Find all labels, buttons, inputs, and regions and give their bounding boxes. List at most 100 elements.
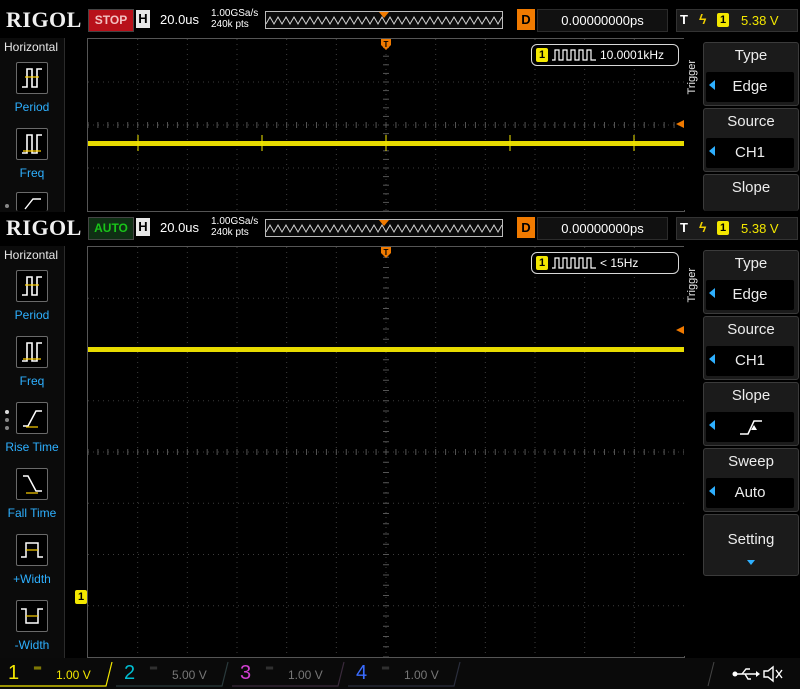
period-icon: [22, 276, 42, 296]
channel-2-scale: 5.00 V: [172, 668, 207, 682]
trigger-position-letter: T: [384, 248, 389, 257]
menu-heading: Horizontal: [4, 40, 59, 54]
delay-value[interactable]: 0.00000000ps: [537, 9, 668, 32]
type-button[interactable]: Type Edge: [703, 42, 799, 106]
type-button[interactable]: Type Edge: [703, 250, 799, 314]
trigger-position-letter: T: [384, 40, 389, 49]
source-value-box: CH1: [706, 138, 794, 168]
slope-button[interactable]: Slope: [703, 174, 799, 211]
lightning-icon: ϟ: [699, 219, 707, 235]
negative-width-label: -Width: [14, 638, 50, 652]
bottom-waveform-grid[interactable]: T: [87, 246, 685, 658]
sample-info: 1.00GSa/s 240k pts: [211, 216, 258, 238]
run-stop-indicator[interactable]: STOP: [88, 9, 134, 32]
source-title: Source: [727, 321, 775, 338]
trigger-level: 5.38 V: [741, 13, 779, 28]
delay-label: D: [517, 217, 535, 238]
rise-time-button-partial[interactable]: [16, 192, 48, 211]
rise-time-label: Rise Time: [5, 440, 59, 454]
bottom-frequency-counter: 1 < 15Hz: [531, 252, 679, 274]
channel-3-tab[interactable]: 3 ═ 1.00 V: [232, 661, 345, 687]
channel-4-tab[interactable]: 4 ═ 1.00 V: [348, 661, 461, 687]
counter-channel-badge: 1: [536, 48, 548, 62]
type-value-box: Edge: [706, 72, 794, 102]
page-dots: [5, 204, 9, 212]
memory-overview-wave: [266, 223, 502, 234]
trigger-status[interactable]: T ϟ 1 5.38 V: [676, 217, 798, 240]
freq-button[interactable]: [16, 128, 48, 160]
channel-bar: 1 ═ 1.00 V 2 ═ 5.00 V 3 ═ 1.00 V 4 ═ 1.0…: [0, 658, 800, 689]
negative-width-button[interactable]: [16, 600, 48, 632]
timebase-value[interactable]: 20.0us: [160, 12, 199, 27]
memory-trigger-marker: [379, 220, 389, 226]
setting-button[interactable]: Setting: [703, 514, 799, 576]
fall-time-button[interactable]: [16, 468, 48, 500]
type-value: Edge: [732, 286, 768, 303]
brand-logo: RIGOL: [6, 215, 82, 240]
positive-width-button[interactable]: [16, 534, 48, 566]
positive-width-icon: [21, 542, 43, 558]
usb-icon: [732, 668, 760, 680]
trigger-level-marker: [676, 120, 684, 128]
page-dots: [5, 410, 9, 434]
timebase-label: H: [136, 10, 150, 28]
memory-overview-wave: [266, 15, 502, 26]
type-title: Type: [734, 255, 768, 272]
top-status-bar: RIGOL STOP H 20.0us 1.00GSa/s 240k pts D…: [0, 6, 800, 34]
channel-1-ground-marker[interactable]: 1: [75, 590, 87, 604]
trigger-level: 5.38 V: [741, 221, 779, 236]
trigger-label: T: [680, 220, 688, 235]
run-auto-indicator[interactable]: AUTO: [88, 217, 134, 240]
period-button[interactable]: [16, 62, 48, 94]
fall-time-icon: [23, 475, 42, 494]
channel-4-number: 4: [356, 662, 368, 684]
brand-logo: RIGOL: [6, 7, 82, 32]
slope-button[interactable]: Slope: [703, 382, 799, 446]
sweep-button[interactable]: Sweep Auto: [703, 448, 799, 512]
delay-label: D: [517, 9, 535, 30]
memory-overview[interactable]: [265, 11, 503, 29]
trigger-menu-caption: Trigger: [686, 268, 698, 303]
rise-time-icon: [23, 410, 42, 428]
trigger-label: T: [680, 12, 688, 27]
freq-icon: [22, 134, 42, 154]
sample-info: 1.00GSa/s 240k pts: [211, 8, 258, 30]
trigger-status[interactable]: T ϟ 1 5.38 V: [676, 9, 798, 32]
dc-coupling-icon: ═: [266, 663, 274, 674]
channel-1-number: 1: [8, 662, 20, 684]
source-button[interactable]: Source CH1: [703, 108, 799, 172]
negative-width-icon: [21, 608, 43, 624]
square-wave-icon: [552, 257, 596, 269]
menu-heading: Horizontal: [4, 248, 59, 262]
channel-3-number: 3: [240, 662, 252, 684]
rising-edge-icon: [740, 420, 762, 435]
type-value-box: Edge: [706, 280, 794, 310]
dc-coupling-icon: ═: [34, 663, 42, 674]
memory-overview[interactable]: [265, 219, 503, 237]
source-button[interactable]: Source CH1: [703, 316, 799, 380]
channel-2-tab[interactable]: 2 ═ 5.00 V: [116, 661, 229, 687]
sweep-title: Sweep: [728, 453, 774, 470]
fall-time-label: Fall Time: [7, 506, 57, 520]
positive-width-label: +Width: [13, 572, 51, 586]
bottom-left-menu: Horizontal Period Freq Rise Time Fall Ti…: [0, 246, 65, 658]
channel-1-tab[interactable]: 1 ═ 1.00 V: [0, 661, 113, 687]
memory-trigger-marker: [379, 12, 389, 18]
dc-coupling-icon: ═: [382, 663, 390, 674]
sweep-value: Auto: [734, 484, 766, 501]
rise-time-button[interactable]: [16, 402, 48, 434]
freq-button[interactable]: [16, 336, 48, 368]
trigger-level-marker: [676, 326, 684, 334]
type-value: Edge: [732, 78, 768, 95]
frequency-readout: 10.0001kHz: [600, 48, 665, 62]
lightning-icon: ϟ: [699, 11, 707, 27]
memory-depth: 240k pts: [211, 227, 249, 238]
period-button[interactable]: [16, 270, 48, 302]
channel-4-scale: 1.00 V: [404, 668, 439, 682]
slope-value-box: [706, 412, 794, 442]
timebase-value[interactable]: 20.0us: [160, 220, 199, 235]
top-left-menu: Horizontal Period Freq: [0, 38, 65, 212]
rise-time-icon: [24, 198, 41, 210]
delay-value[interactable]: 0.00000000ps: [537, 217, 668, 240]
slope-title: Slope: [731, 179, 771, 196]
